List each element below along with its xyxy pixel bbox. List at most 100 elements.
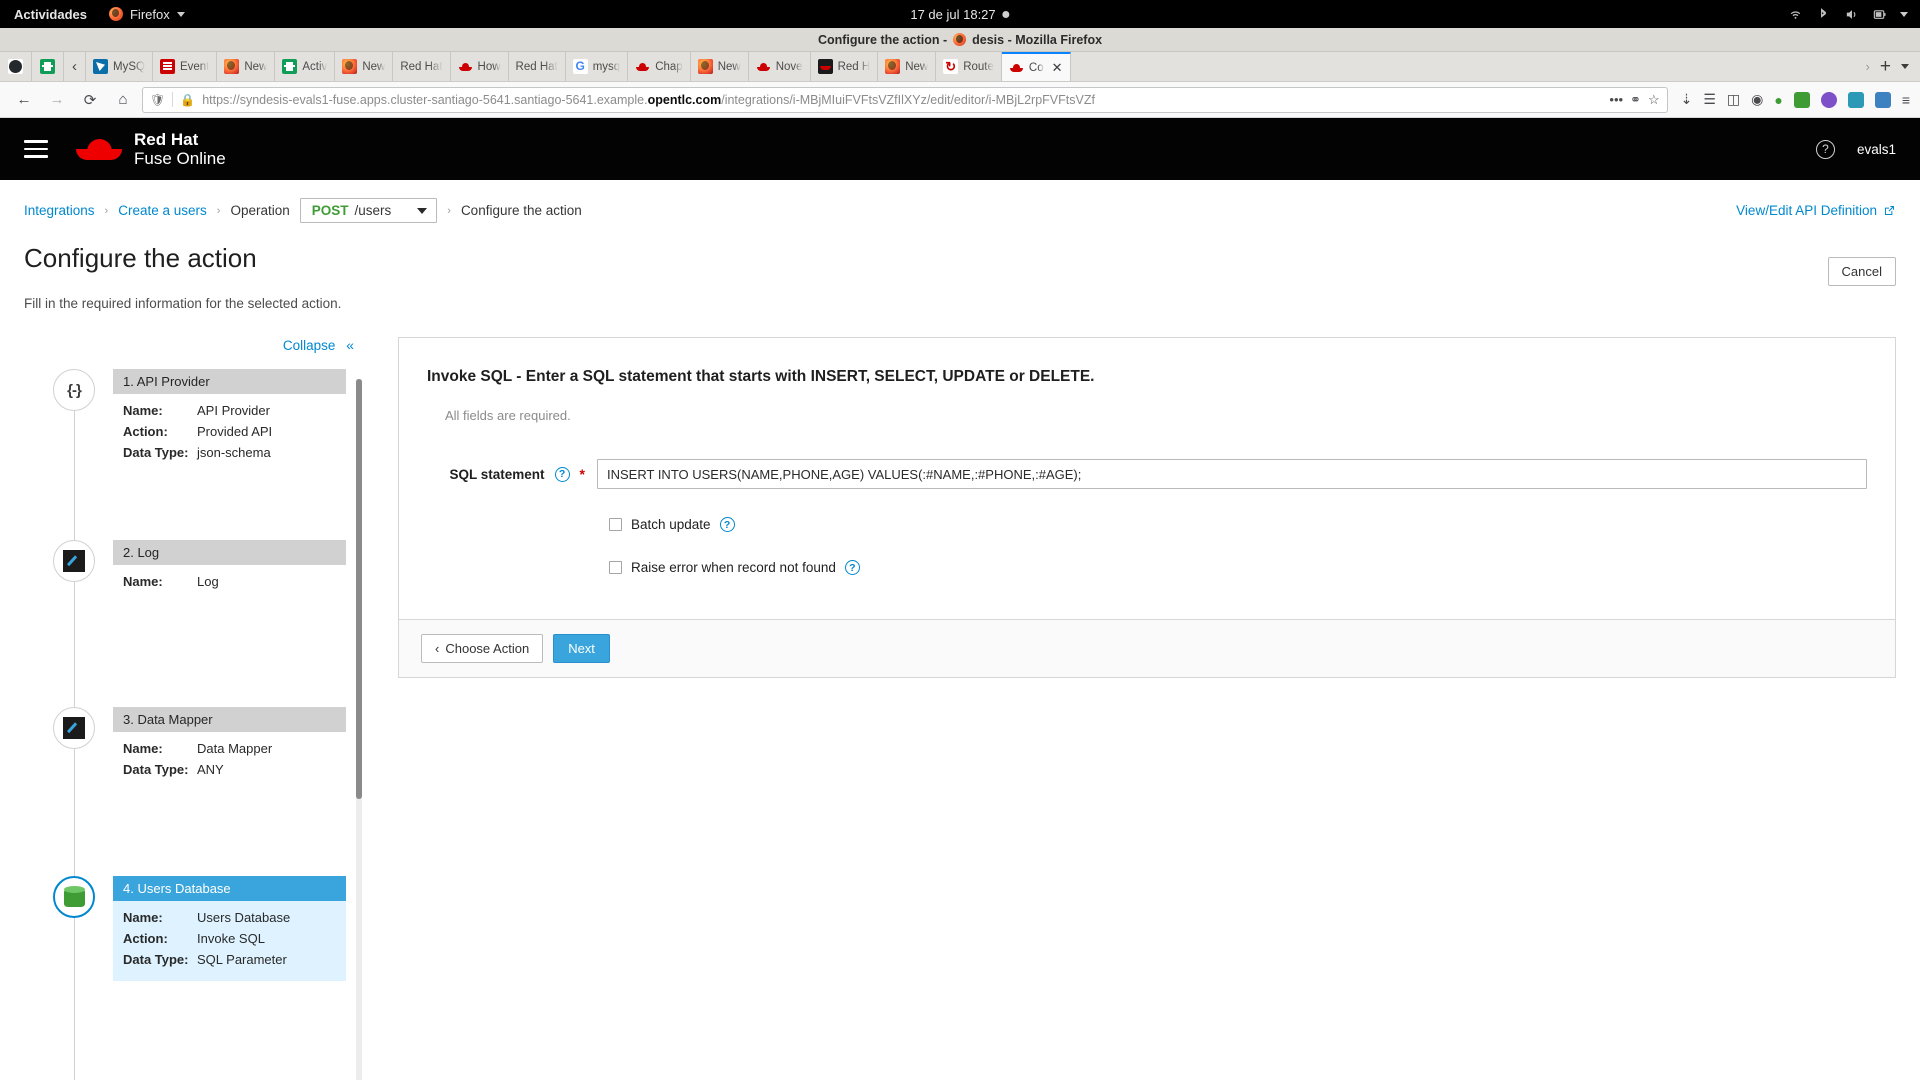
help-icon[interactable]: ? bbox=[1815, 139, 1835, 159]
url-origin: https://syndesis-evals1-fuse.apps.cluste… bbox=[202, 92, 648, 107]
library-icon[interactable]: ☰ bbox=[1703, 91, 1716, 108]
step-spacer bbox=[123, 783, 336, 802]
close-icon[interactable]: ✕ bbox=[1052, 61, 1063, 74]
collapse-button[interactable]: Collapse « bbox=[283, 337, 354, 353]
browser-tab[interactable]: Chap bbox=[628, 52, 691, 81]
browser-tab[interactable]: Activ bbox=[275, 52, 336, 81]
power-chevron-icon[interactable] bbox=[1900, 11, 1908, 17]
browser-tab[interactable]: ↻ Route bbox=[936, 52, 1002, 81]
step-item[interactable]: 2. Log Name: Log bbox=[24, 540, 364, 641]
tab-menu-chevron-icon[interactable] bbox=[1901, 64, 1909, 69]
cancel-button[interactable]: Cancel bbox=[1827, 257, 1896, 286]
gnome-left-group: Actividades Firefox bbox=[0, 7, 185, 22]
user-name[interactable]: evals1 bbox=[1857, 142, 1896, 157]
breadcrumb-separator: › bbox=[216, 204, 221, 217]
window-title-prefix: Configure the action - bbox=[817, 32, 948, 47]
url-domain: opentlc.com bbox=[647, 92, 722, 107]
breadcrumb-item-create-a-users[interactable]: Create a users bbox=[118, 203, 207, 218]
browser-tab[interactable] bbox=[32, 52, 64, 81]
page-title: Configure the action bbox=[24, 243, 257, 273]
browser-tab[interactable]: New bbox=[335, 52, 394, 81]
browser-tab[interactable]: Red Hat bbox=[509, 52, 566, 81]
account-icon[interactable]: ◉ bbox=[1751, 91, 1763, 108]
lock-icon[interactable]: 🔒 bbox=[180, 93, 195, 107]
step-gap bbox=[24, 818, 364, 876]
notification-dot-icon bbox=[1002, 10, 1010, 18]
bookmark-star-icon[interactable]: ☆ bbox=[1648, 92, 1660, 108]
breadcrumb-separator: › bbox=[447, 204, 451, 217]
system-clock[interactable]: 17 de jul 18:27 bbox=[910, 6, 1010, 22]
extension-purple-icon[interactable] bbox=[1820, 91, 1837, 108]
downloads-icon[interactable]: ⇣ bbox=[1681, 91, 1693, 108]
brand-logo[interactable]: Red Hat Fuse Online bbox=[76, 130, 226, 168]
sql-statement-input[interactable] bbox=[597, 459, 1867, 489]
extension-green-icon[interactable] bbox=[1793, 91, 1810, 108]
back-button[interactable]: ← bbox=[10, 86, 38, 114]
system-tray[interactable] bbox=[1788, 7, 1920, 22]
breadcrumb-item-integrations[interactable]: Integrations bbox=[24, 203, 95, 218]
step-field: Name: Data Mapper bbox=[123, 741, 336, 756]
clock-label: 17 de jul 18:27 bbox=[910, 6, 996, 22]
redhat-dark-icon bbox=[817, 59, 833, 74]
step-gap bbox=[24, 482, 364, 540]
step-item[interactable]: 4. Users Database Name: Users Database Acti… bbox=[24, 876, 364, 981]
pocket-icon[interactable]: ⚭ bbox=[1630, 92, 1641, 108]
app-menu-firefox[interactable]: Firefox bbox=[108, 7, 185, 22]
browser-tab[interactable]: New bbox=[691, 52, 749, 81]
home-button[interactable]: ⌂ bbox=[109, 86, 137, 114]
page-actions-icon[interactable]: ••• bbox=[1609, 92, 1623, 107]
window-titlebar: Configure the action - desis - Mozilla F… bbox=[0, 28, 1920, 52]
browser-tab[interactable]: How bbox=[451, 52, 509, 81]
browser-tab[interactable] bbox=[0, 52, 32, 81]
question-icon[interactable]: ? bbox=[844, 560, 860, 575]
tab-label: New bbox=[717, 60, 741, 73]
reload-button[interactable]: ⟳ bbox=[76, 86, 104, 114]
step-field-key: Name: bbox=[123, 910, 163, 925]
url-bar[interactable]: 🛡 🔒 https://syndesis-evals1-fuse.apps.cl… bbox=[142, 86, 1668, 113]
browser-tab[interactable]: Co ✕ bbox=[1001, 52, 1071, 81]
shield-extension-icon[interactable]: ● bbox=[1774, 92, 1782, 108]
browser-tab[interactable]: Red H bbox=[811, 52, 879, 81]
batch-update-row[interactable]: Batch update ? bbox=[609, 517, 1867, 532]
menu-toggle-button[interactable] bbox=[24, 140, 48, 158]
browser-tab[interactable]: ‹ bbox=[64, 52, 86, 81]
form-note: All fields are required. bbox=[445, 408, 571, 423]
step-field-key: Data Type: bbox=[123, 762, 189, 777]
api-definition-link[interactable]: View/Edit API Definition bbox=[1736, 203, 1896, 218]
next-button[interactable]: Next bbox=[553, 634, 610, 663]
forward-button[interactable]: → bbox=[43, 86, 71, 114]
browser-tab[interactable]: Gmysq bbox=[566, 52, 629, 81]
browser-tab[interactable]: New bbox=[217, 52, 276, 81]
brand-line-1: Red Hat bbox=[134, 129, 199, 149]
breadcrumb: Integrations › Create a users › Operation POS… bbox=[0, 180, 1920, 223]
browser-tab[interactable]: Event bbox=[153, 52, 218, 81]
batch-update-checkbox[interactable] bbox=[609, 518, 622, 531]
raise-error-checkbox[interactable] bbox=[609, 561, 622, 574]
browser-tab[interactable]: Red Hat bbox=[393, 52, 451, 81]
step-item[interactable]: 3. Data Mapper Name: Data Mapper Data Type:… bbox=[24, 707, 364, 810]
activities-button[interactable]: Actividades bbox=[14, 7, 87, 22]
breadcrumb-current: Configure the action bbox=[460, 203, 582, 218]
menu-icon[interactable]: ≡ bbox=[1902, 92, 1910, 108]
tab-strip[interactable]: ‹ MySQ Event New Activ New Red Hat How Red Hat Gm… bbox=[0, 52, 1920, 82]
new-tab-button[interactable]: + bbox=[1880, 57, 1891, 76]
tab-list-chevron-icon[interactable]: › bbox=[1866, 59, 1870, 74]
browser-tab[interactable]: Nove bbox=[749, 52, 811, 81]
firefox-icon bbox=[953, 33, 967, 46]
choose-action-button[interactable]: ‹ Choose Action bbox=[421, 634, 544, 663]
step-item[interactable]: {-} 1. API Provider Name: API Provider Actio… bbox=[24, 369, 364, 474]
question-icon[interactable]: ? bbox=[554, 466, 570, 482]
raise-error-row[interactable]: Raise error when record not found ? bbox=[609, 560, 1867, 575]
question-icon[interactable]: ? bbox=[719, 517, 735, 532]
page-subtitle: Fill in the required information for the… bbox=[24, 296, 342, 311]
step-header: 3. Data Mapper bbox=[113, 707, 346, 732]
browser-tab[interactable]: MySQ bbox=[86, 52, 153, 81]
extension-blue-icon[interactable] bbox=[1874, 91, 1891, 108]
extension-teal-icon[interactable] bbox=[1847, 91, 1864, 108]
sidebar-icon[interactable]: ◫ bbox=[1727, 91, 1740, 108]
redhat-icon bbox=[756, 59, 771, 74]
browser-tab[interactable]: New bbox=[878, 52, 937, 81]
tracking-shield-icon[interactable]: 🛡 bbox=[150, 93, 165, 107]
tab-label: New bbox=[905, 60, 929, 73]
operation-select[interactable]: POST/users bbox=[299, 198, 438, 223]
